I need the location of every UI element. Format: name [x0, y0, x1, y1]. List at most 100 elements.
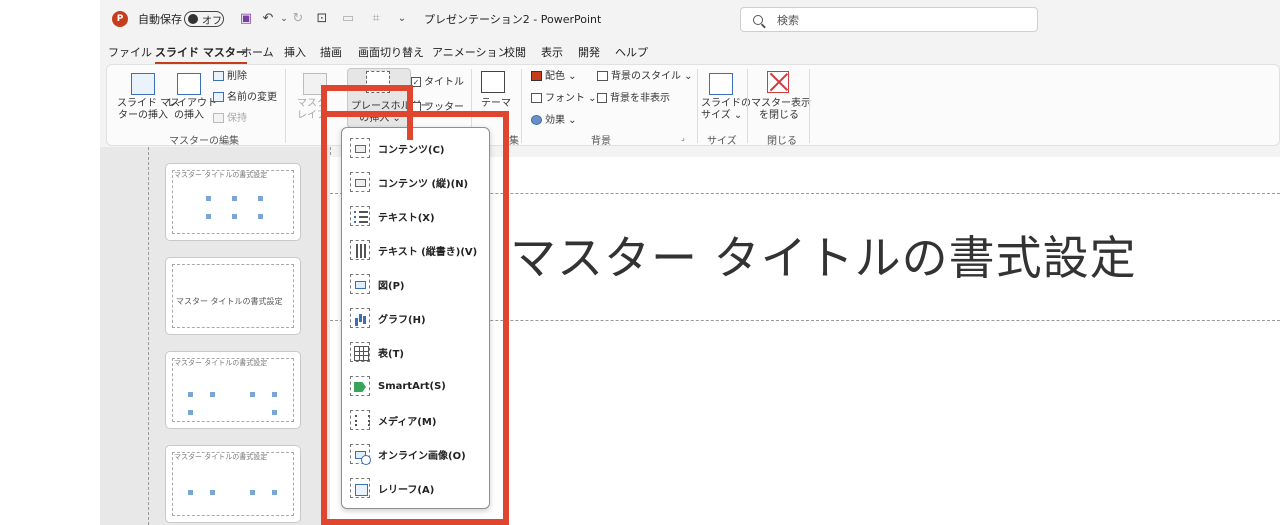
preserve-button: 保持: [213, 113, 247, 125]
slide-size-line2: サイズ ⌄: [701, 110, 743, 121]
tab-transitions[interactable]: 画面切り替え: [358, 44, 424, 60]
thumb-title: マスター タイトルの書式設定: [176, 297, 283, 306]
title-bar: P 自動保存 オフ ▣ ↶ ⌄ ↻ ⊡ ▭ ⌗ ⌄ プレゼンテーション2 - P…: [100, 0, 1280, 40]
presentation-start-icon[interactable]: ⊡: [314, 11, 330, 27]
ribbon-separator: [521, 69, 522, 143]
rename-button[interactable]: 名前の変更: [213, 92, 277, 104]
slide-size-button[interactable]: スライドの サイズ ⌄: [701, 98, 751, 122]
document-title: プレゼンテーション2 - PowerPoint: [424, 13, 602, 26]
close-master-line1: マスター表示: [751, 98, 811, 109]
delete-icon: [213, 71, 224, 81]
ribbon: スライド マス ターの挿入 レイアウト の挿入 削除 名前の変更 保持 マスター…: [106, 64, 1280, 147]
effects-icon: [531, 115, 542, 125]
toggle-knob-icon: [188, 14, 198, 24]
group-edit-theme: 集: [509, 136, 519, 147]
autosave-toggle[interactable]: オフ: [184, 11, 224, 27]
effects-label: 効果 ⌄: [545, 115, 577, 126]
background-dialog-launcher-icon[interactable]: ⌟: [681, 132, 685, 144]
thumb-content-icon: [232, 196, 237, 201]
delete-label: 削除: [227, 71, 247, 82]
thumb-content-icon: [188, 410, 193, 415]
insert-layout-button[interactable]: レイアウト の挿入: [167, 98, 217, 122]
theme-button[interactable]: テーマ: [481, 98, 511, 110]
customize-toolbar-icon[interactable]: ⌄: [394, 11, 410, 27]
undo-icon[interactable]: ↶: [260, 11, 276, 27]
theme-icon: [481, 71, 505, 93]
background-styles-icon: [597, 71, 608, 81]
checkbox-icon: [597, 93, 607, 103]
thumb-title: マスター タイトルの書式設定: [174, 359, 268, 367]
search-placeholder: 検索: [777, 13, 799, 27]
effects-button[interactable]: 効果 ⌄: [531, 115, 577, 127]
tab-insert[interactable]: 挿入: [284, 44, 306, 60]
close-master-line2: を閉じる: [759, 110, 799, 121]
slide-size-line1: スライドの: [701, 98, 751, 109]
tab-review[interactable]: 校閲: [504, 44, 526, 60]
ribbon-separator: [747, 69, 748, 143]
slide-size-icon: [709, 73, 733, 95]
tab-slide-master[interactable]: スライド マスター: [155, 44, 247, 64]
tab-developer[interactable]: 開発: [578, 44, 600, 60]
hide-background-checkbox[interactable]: 背景を非表示: [597, 93, 670, 105]
ribbon-separator: [809, 69, 810, 143]
tab-draw[interactable]: 描画: [320, 44, 342, 60]
close-master-view-button[interactable]: マスター表示 を閉じる: [751, 98, 811, 122]
insert-slide-master-icon: [131, 73, 155, 95]
ribbon-separator: [285, 69, 286, 143]
search-icon: [753, 14, 763, 25]
background-styles-button[interactable]: 背景のスタイル ⌄: [597, 71, 693, 83]
thumb-content-icon: [206, 214, 211, 219]
powerpoint-window: P 自動保存 オフ ▣ ↶ ⌄ ↻ ⊡ ▭ ⌗ ⌄ プレゼンテーション2 - P…: [100, 0, 1280, 525]
colors-icon: [531, 71, 542, 81]
autosave-label: 自動保存: [138, 13, 182, 26]
tab-home[interactable]: ホーム: [241, 44, 274, 60]
tab-view[interactable]: 表示: [541, 44, 563, 60]
rename-icon: [213, 92, 224, 102]
pane-guide-line: [148, 147, 149, 525]
annotation-highlight-menu: [321, 111, 509, 525]
colors-button[interactable]: 配色 ⌄: [531, 71, 577, 83]
powerpoint-logo-icon: P: [112, 11, 128, 27]
autosave-state: オフ: [202, 15, 222, 27]
save-icon[interactable]: ▣: [238, 11, 254, 27]
group-close: 閉じる: [767, 136, 797, 147]
fonts-icon: [531, 93, 542, 103]
thumbnail-layout-4[interactable]: マスター タイトルの書式設定: [165, 445, 301, 523]
ribbon-separator: [697, 69, 698, 143]
thumbnail-layout-3[interactable]: マスター タイトルの書式設定: [165, 351, 301, 429]
bg-styles-label: 背景のスタイル ⌄: [611, 71, 693, 82]
preserve-label: 保持: [227, 113, 247, 124]
insert-layout-icon: [177, 73, 201, 95]
rename-label: 名前の変更: [227, 92, 277, 103]
thumb-content-icon: [210, 392, 215, 397]
title-checkbox[interactable]: ✓ タイトル: [411, 77, 464, 89]
master-title-placeholder[interactable]: マスター タイトルの書式設定: [510, 222, 1137, 288]
thumb-content-icon: [272, 392, 277, 397]
fonts-button[interactable]: フォント ⌄: [531, 93, 597, 105]
thumb-title: マスター タイトルの書式設定: [174, 453, 268, 461]
slide-icon: ▭: [341, 11, 355, 26]
delete-button[interactable]: 削除: [213, 71, 247, 83]
ribbon-tabs: ファイル スライド マスター ホーム 挿入 描画 画面切り替え アニメーション …: [100, 42, 1280, 64]
tab-file[interactable]: ファイル: [108, 44, 152, 60]
fonts-label: フォント ⌄: [545, 93, 597, 104]
thumbnail-layout-1[interactable]: マスター タイトルの書式設定: [165, 163, 301, 241]
thumbnail-layout-2[interactable]: マスター タイトルの書式設定: [165, 257, 301, 335]
close-master-view-icon: [767, 71, 789, 93]
tab-animations[interactable]: アニメーション: [432, 44, 509, 60]
search-box[interactable]: 検索: [740, 7, 1038, 32]
thumb-content-icon: [188, 392, 193, 397]
thumb-content-icon: [250, 490, 255, 495]
format-painter-icon: ⌗: [372, 11, 380, 26]
insert-master-line2: ターの挿入: [118, 110, 168, 121]
tab-help[interactable]: ヘルプ: [615, 44, 648, 60]
thumb-content-icon: [188, 490, 193, 495]
thumb-content-icon: [258, 214, 263, 219]
thumb-content-icon: [232, 214, 237, 219]
insert-slide-master-button[interactable]: スライド マス ターの挿入: [117, 98, 181, 122]
thumb-content-icon: [206, 196, 211, 201]
thumb-content-icon: [258, 196, 263, 201]
group-size: サイズ: [707, 136, 737, 147]
insert-master-line1: スライド マス: [117, 98, 181, 109]
insert-layout-line1: レイアウト: [167, 98, 217, 109]
